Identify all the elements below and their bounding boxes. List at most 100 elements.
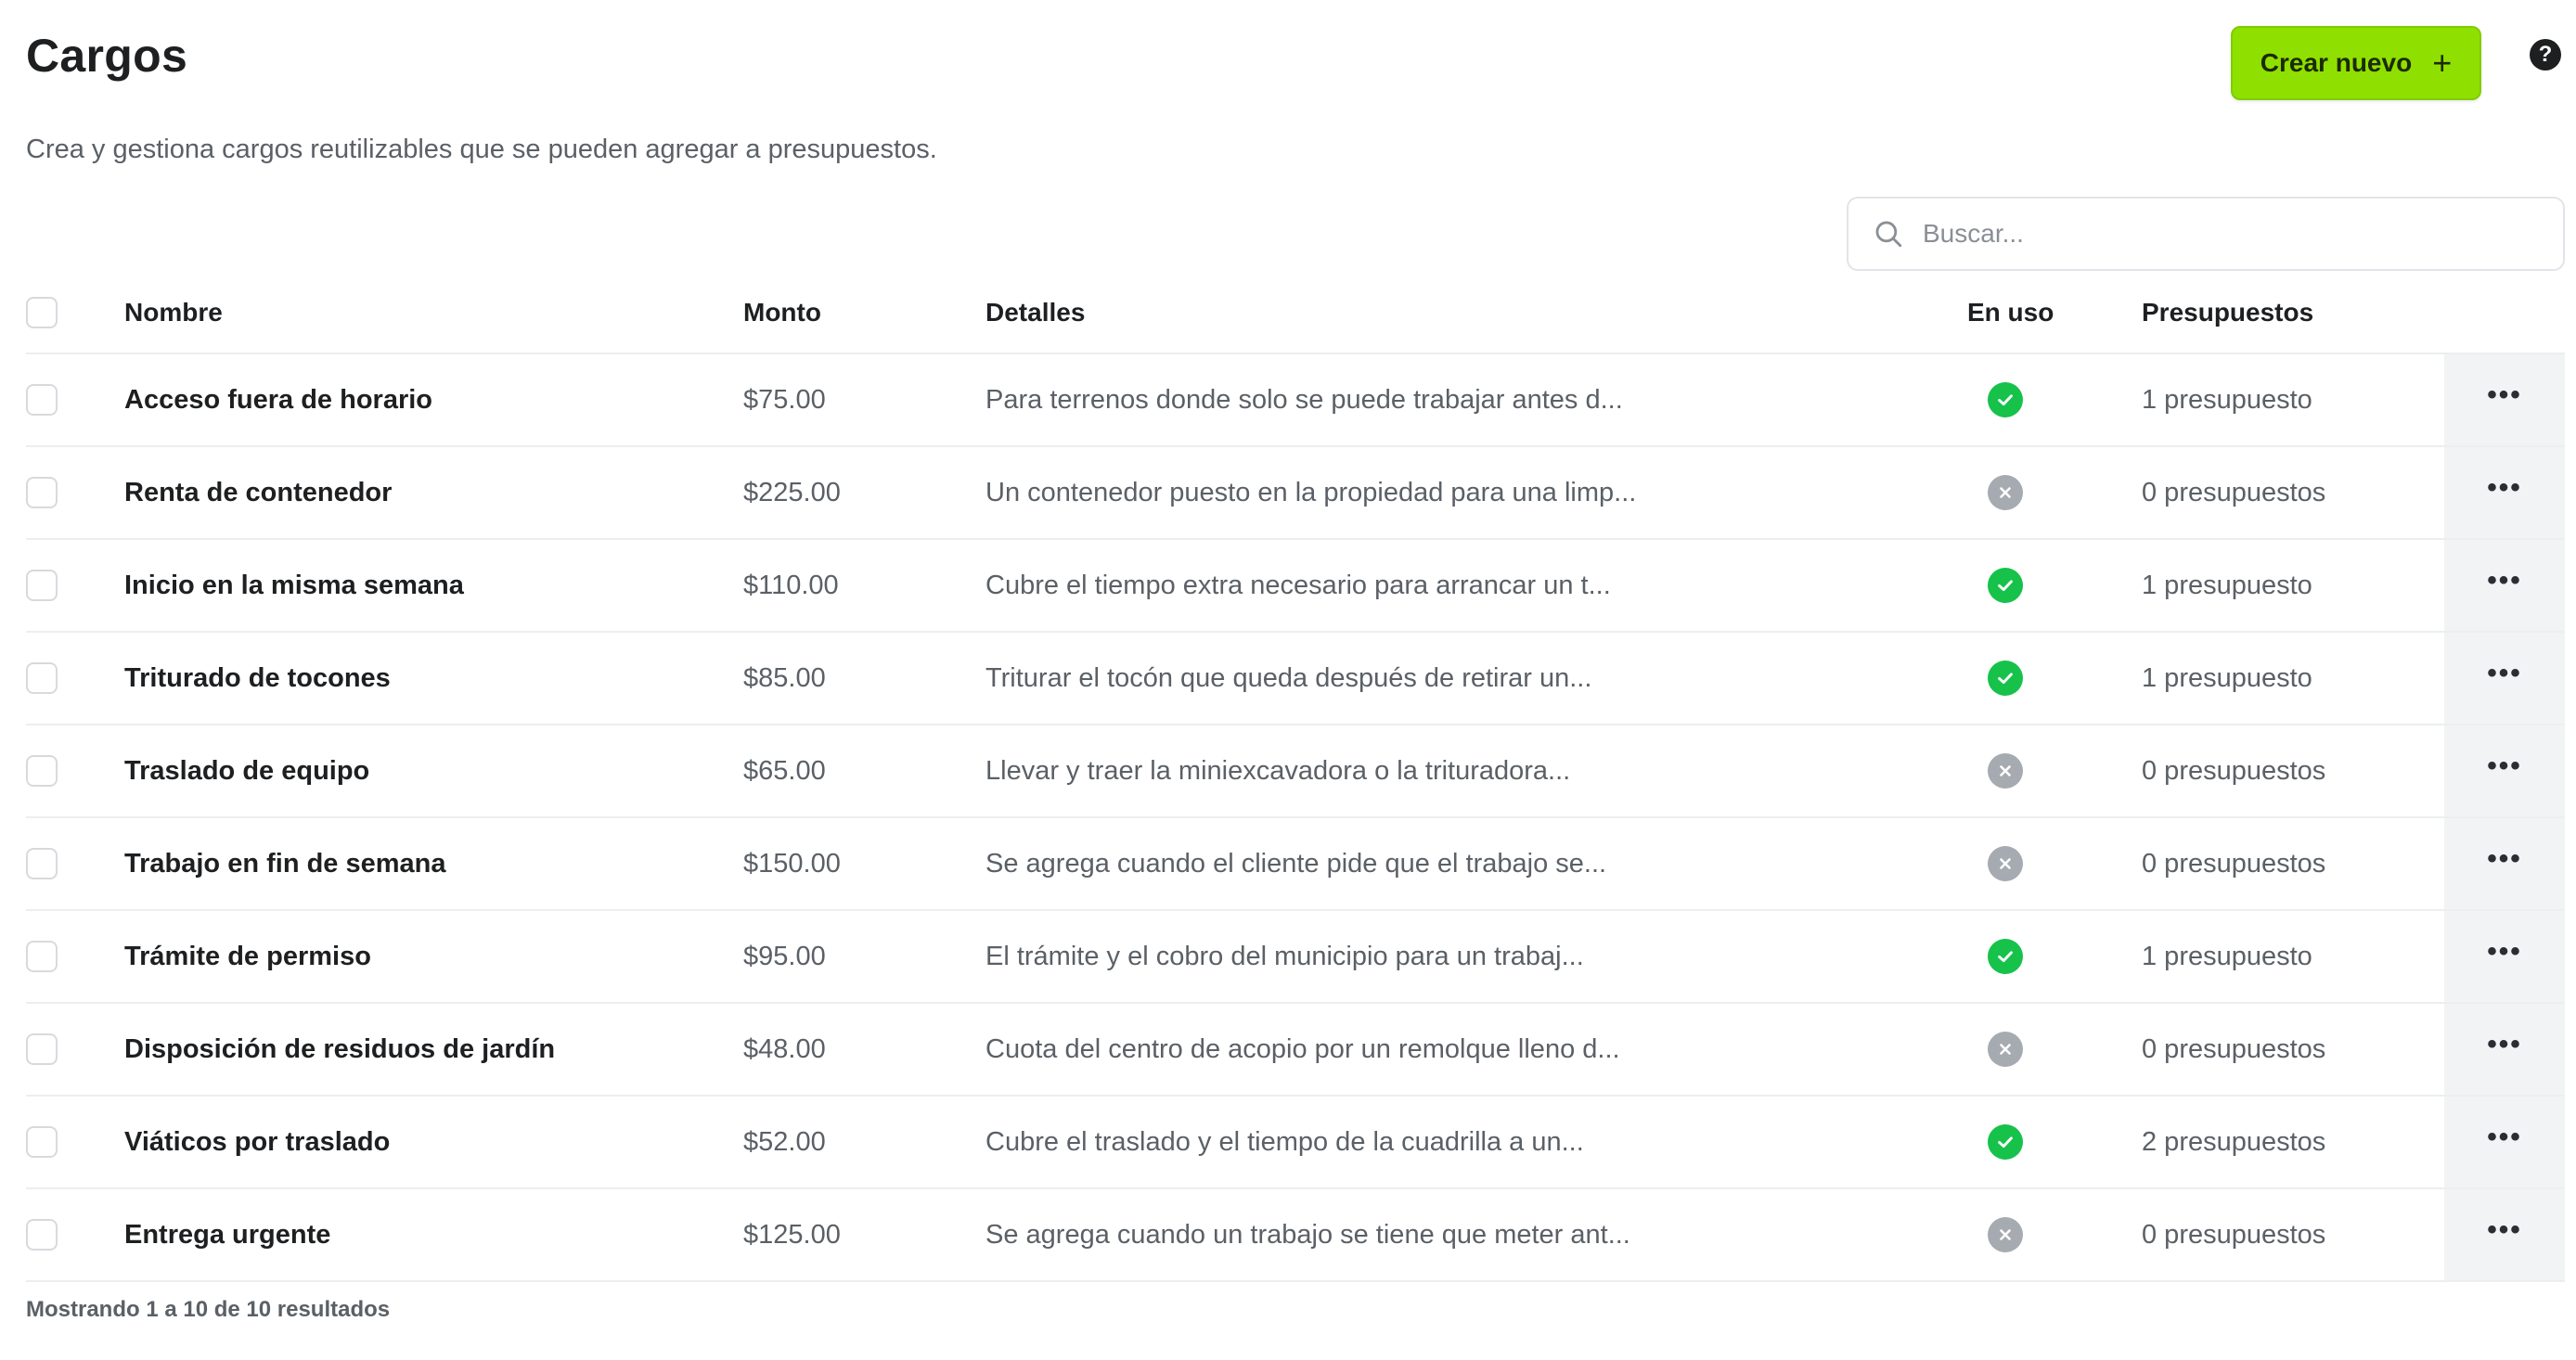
charge-name[interactable]: Trabajo en fin de semana [124,818,446,909]
select-all-cell [26,273,58,353]
quotes-count: 2 presupuestos [2142,1126,2326,1157]
in-use-cell [1967,1189,2023,1280]
row-select-checkbox[interactable] [26,570,58,601]
table-header-row: Nombre Monto Detalles En uso Presupuesto… [26,273,2565,354]
row-select-cell [26,633,58,724]
more-horizontal-icon[interactable]: ••• [2487,938,2522,966]
search-icon [1875,221,1902,248]
more-horizontal-icon[interactable]: ••• [2487,1123,2522,1151]
table-row[interactable]: Acceso fuera de horario $75.00 Para terren… [26,354,2565,447]
more-horizontal-icon[interactable]: ••• [2487,845,2522,873]
row-actions-cell: ••• [2444,818,2565,909]
table-row[interactable]: Entrega urgente $125.00 Se agrega cuando u… [26,1189,2565,1282]
row-select-cell [26,725,58,816]
quotes-count: 0 presupuestos [2142,755,2326,786]
x-circle-icon [1988,1032,2023,1067]
column-header-amount[interactable]: Monto [743,273,821,353]
table-row[interactable]: Trámite de permiso $95.00 El trámite y el … [26,911,2565,1004]
charge-details: El trámite y el cobro del municipio para… [985,941,1584,971]
charge-amount: $110.00 [743,570,839,600]
row-select-checkbox[interactable] [26,848,58,879]
row-select-cell [26,447,58,538]
check-circle-icon [1988,939,2023,974]
charge-name[interactable]: Entrega urgente [124,1189,330,1280]
charge-amount: $52.00 [743,1126,826,1157]
column-header-in-use[interactable]: En uso [1967,273,2054,353]
quotes-count: 1 presupuesto [2142,570,2312,600]
charge-amount: $85.00 [743,662,826,693]
page-title: Cargos [26,30,188,82]
table-row[interactable]: Triturado de tocones $85.00 Triturar el to… [26,633,2565,725]
charge-name[interactable]: Inicio en la misma semana [124,540,464,631]
row-actions-cell: ••• [2444,1004,2565,1095]
column-header-name[interactable]: Nombre [124,273,223,353]
row-actions-cell: ••• [2444,447,2565,538]
table-row[interactable]: Renta de contenedor $225.00 Un contenedor … [26,447,2565,540]
row-select-checkbox[interactable] [26,941,58,972]
results-summary: Mostrando 1 a 10 de 10 resultados [26,1297,391,1322]
more-horizontal-icon[interactable]: ••• [2487,474,2522,502]
plus-icon: + [2432,44,2453,82]
column-header-quotes[interactable]: Presupuestos [2142,273,2313,353]
more-horizontal-icon[interactable]: ••• [2487,1031,2522,1058]
x-circle-icon [1988,753,2023,789]
charge-details: Cuota del centro de acopio por un remolq… [985,1033,1620,1064]
charge-name[interactable]: Renta de contenedor [124,447,392,538]
quotes-count: 0 presupuestos [2142,1219,2326,1250]
charge-amount: $95.00 [743,941,826,971]
quotes-count: 0 presupuestos [2142,477,2326,507]
charge-name[interactable]: Traslado de equipo [124,725,369,816]
table-row[interactable]: Trabajo en fin de semana $150.00 Se agrega… [26,818,2565,911]
table-row[interactable]: Inicio en la misma semana $110.00 Cubre el… [26,540,2565,633]
charge-name[interactable]: Triturado de tocones [124,633,391,724]
question-circle-icon[interactable]: ? [2530,39,2561,71]
row-select-cell [26,911,58,1002]
in-use-cell [1967,1097,2023,1187]
create-new-label: Crear nuevo [2260,48,2413,77]
in-use-cell [1967,725,2023,816]
table-row[interactable]: Viáticos por traslado $52.00 Cubre el tras… [26,1097,2565,1189]
more-horizontal-icon[interactable]: ••• [2487,1216,2522,1244]
charge-details: Cubre el tiempo extra necesario para arr… [985,570,1611,600]
row-select-checkbox[interactable] [26,1219,58,1251]
row-select-cell [26,540,58,631]
charge-name[interactable]: Viáticos por traslado [124,1097,390,1187]
in-use-cell [1967,633,2023,724]
row-select-checkbox[interactable] [26,477,58,508]
search-input[interactable] [1921,218,2528,250]
more-horizontal-icon[interactable]: ••• [2487,381,2522,409]
in-use-cell [1967,818,2023,909]
charge-amount: $150.00 [743,848,841,879]
charge-name[interactable]: Trámite de permiso [124,911,371,1002]
charge-name[interactable]: Acceso fuera de horario [124,354,432,445]
charge-name[interactable]: Disposición de residuos de jardín [124,1004,555,1095]
charge-amount: $125.00 [743,1219,841,1250]
charge-amount: $225.00 [743,477,841,507]
row-select-cell [26,1097,58,1187]
more-horizontal-icon[interactable]: ••• [2487,660,2522,687]
charges-table: Nombre Monto Detalles En uso Presupuesto… [26,273,2565,1282]
row-actions-cell: ••• [2444,1097,2565,1187]
more-horizontal-icon[interactable]: ••• [2487,567,2522,595]
table-row[interactable]: Traslado de equipo $65.00 Llevar y traer l… [26,725,2565,818]
charge-details: Un contenedor puesto en la propiedad par… [985,477,1637,507]
row-select-checkbox[interactable] [26,662,58,694]
in-use-cell [1967,540,2023,631]
in-use-cell [1967,1004,2023,1095]
row-select-checkbox[interactable] [26,1126,58,1158]
row-select-cell [26,1189,58,1280]
table-row[interactable]: Disposición de residuos de jardín $48.00 C… [26,1004,2565,1097]
row-select-checkbox[interactable] [26,755,58,787]
create-new-button[interactable]: Crear nuevo + [2231,26,2481,100]
row-select-checkbox[interactable] [26,384,58,416]
charge-amount: $65.00 [743,755,826,786]
column-header-details: Detalles [985,298,1086,327]
charge-details: Llevar y traer la miniexcavadora o la tr… [985,755,1571,786]
row-select-checkbox[interactable] [26,1033,58,1065]
select-all-checkbox[interactable] [26,297,58,328]
row-actions-cell: ••• [2444,354,2565,445]
more-horizontal-icon[interactable]: ••• [2487,752,2522,780]
table-body: Acceso fuera de horario $75.00 Para terren… [26,354,2565,1282]
charge-details: Triturar el tocón que queda después de r… [985,662,1592,693]
search-box [1847,197,2565,271]
